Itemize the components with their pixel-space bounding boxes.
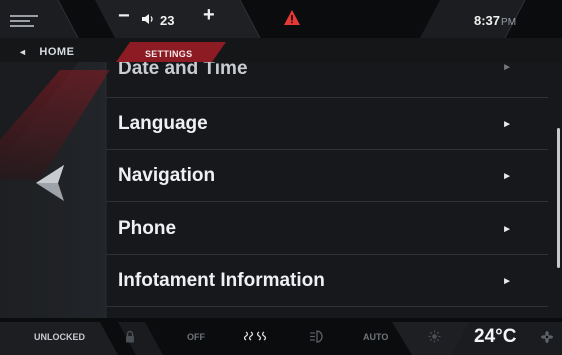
menu-item-label: Phone	[118, 218, 177, 239]
status-bar: − 23 + 8:37PM	[0, 0, 562, 42]
home-label: HOME	[39, 46, 75, 58]
chevron-right-icon: ►	[502, 276, 512, 287]
settings-screen: − 23 + 8:37PM ◄ HOME SETTINGS Date and Ti…	[0, 0, 562, 355]
menu-item-infotainment-information[interactable]: Infotament Information ►	[118, 258, 528, 304]
volume-up-button[interactable]: +	[203, 5, 215, 25]
breadcrumb-settings: SETTINGS	[145, 49, 193, 59]
menu-item-label: Navigation	[118, 165, 216, 186]
temperature-display[interactable]: 24°C	[474, 326, 516, 348]
chevron-right-icon: ►	[502, 62, 512, 73]
divider	[106, 149, 548, 150]
defrost-icon[interactable]	[244, 331, 266, 342]
volume-value: 23	[160, 13, 175, 28]
divider	[106, 97, 548, 98]
chevron-right-icon: ►	[502, 171, 512, 182]
clock: 8:37PM	[474, 13, 516, 31]
speaker-icon	[142, 14, 153, 24]
fan-off-label[interactable]: OFF	[187, 332, 205, 343]
lock-status[interactable]: UNLOCKED	[34, 332, 85, 343]
menu-item-label: Infotament Information	[118, 270, 325, 291]
menu-item-phone[interactable]: Phone ►	[118, 206, 528, 252]
menu-item-language[interactable]: Language ►	[118, 101, 528, 147]
climate-auto-label[interactable]: AUTO	[363, 332, 388, 343]
menu-item-navigation[interactable]: Navigation ►	[118, 153, 528, 199]
warning-triangle-icon[interactable]	[283, 9, 301, 26]
scrollbar[interactable]	[557, 128, 560, 268]
menu-item-label: Date and Time	[118, 62, 248, 79]
lock-icon[interactable]	[125, 330, 135, 343]
divider	[106, 254, 548, 255]
chevron-right-icon: ►	[502, 119, 512, 130]
clock-ampm: PM	[501, 17, 517, 28]
menu-item-date-time[interactable]: Date and Time ►	[118, 62, 528, 94]
divider	[106, 306, 548, 307]
headlight-icon[interactable]	[309, 330, 323, 343]
divider	[106, 201, 548, 202]
menu-item-label: Language	[118, 113, 208, 134]
volume-down-button[interactable]: −	[118, 6, 130, 26]
fan-icon[interactable]	[541, 331, 553, 343]
menu-icon[interactable]	[10, 15, 38, 27]
chevron-right-icon: ►	[502, 224, 512, 235]
back-arrow-icon[interactable]	[32, 163, 66, 203]
back-triangle-icon: ◄	[18, 47, 28, 57]
climate-bar: UNLOCKED OFF AUTO 24°C	[0, 318, 562, 355]
home-button[interactable]: ◄ HOME	[18, 46, 74, 58]
sun-icon[interactable]	[428, 330, 441, 343]
clock-time: 8:37	[474, 13, 501, 28]
